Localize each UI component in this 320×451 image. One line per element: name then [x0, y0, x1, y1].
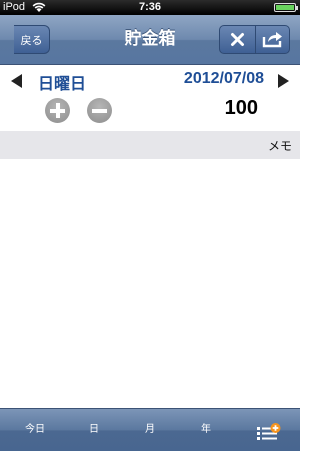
clock: 7:36: [138, 1, 162, 13]
share-icon: [262, 32, 282, 48]
previous-day-arrow-icon[interactable]: [11, 74, 22, 88]
next-day-arrow-icon[interactable]: [278, 74, 289, 88]
amount-value[interactable]: 100: [225, 97, 258, 120]
close-button[interactable]: [220, 26, 256, 53]
memo-label: メモ: [267, 139, 292, 153]
minus-icon[interactable]: [87, 98, 112, 123]
share-button[interactable]: [255, 26, 289, 53]
tab-month[interactable]: 月: [140, 409, 160, 451]
tab-today[interactable]: 今日: [20, 409, 50, 451]
date-label[interactable]: 2012/07/08: [184, 70, 264, 88]
date-row: 日曜日 2012/07/08: [0, 66, 300, 94]
weekday-label: 日曜日: [38, 74, 87, 93]
tab-year[interactable]: 年: [196, 409, 216, 451]
close-icon: [231, 33, 244, 46]
plus-icon[interactable]: [45, 98, 70, 123]
back-button-label: 戻る: [20, 34, 43, 47]
list-add-icon[interactable]: [257, 423, 281, 441]
status-bar: iPod 7:36: [0, 0, 300, 15]
battery-icon: [274, 3, 298, 12]
action-segment: [219, 25, 290, 54]
tab-day[interactable]: 日: [84, 409, 104, 451]
tab-bar: 今日 日 月 年: [0, 408, 300, 451]
memo-bar[interactable]: メモ: [0, 131, 300, 159]
